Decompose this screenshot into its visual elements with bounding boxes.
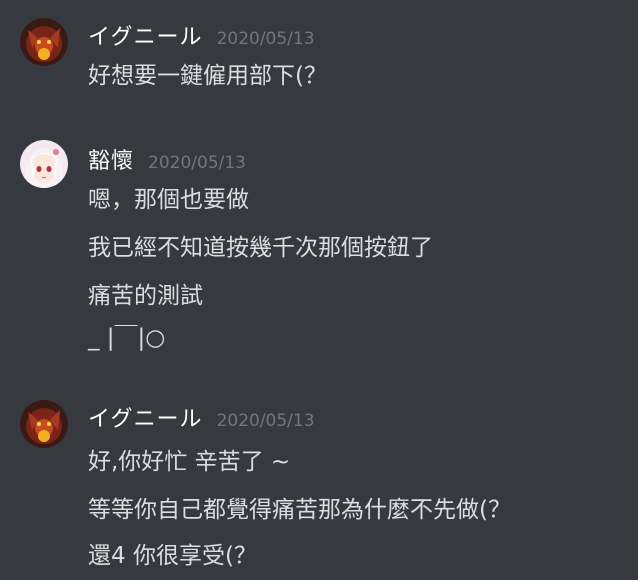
user-avatar[interactable] [20,400,68,448]
message-text: 好,你好忙 辛苦了 ~ [88,449,291,475]
username[interactable]: イグニール [88,25,203,50]
message-text: 好想要一鍵僱用部下(？ [88,63,327,89]
timestamp: 2020/05/13 [148,153,246,173]
anime-girl-avatar-icon [20,140,68,188]
message-text: 嗯，那個也要做 [88,187,249,213]
username[interactable]: イグニール [88,407,203,432]
user-avatar[interactable] [20,140,68,188]
message-header: イグニール 2020/05/13 [88,404,315,437]
message-text: 痛苦的測試 [88,283,203,309]
username[interactable]: 豁懷 [88,149,134,174]
message-text: 等等你自己都覺得痛苦那為什麼不先做(？ [88,497,511,523]
dark-red-beast-avatar-icon [20,18,68,66]
dark-red-beast-avatar-icon [20,400,68,448]
message-text: _ |￣|○ [88,325,166,351]
message-text: 還4 你很享受(？ [88,543,257,569]
timestamp: 2020/05/13 [216,29,315,49]
message-text: 我已經不知道按幾千次那個按鈕了 [88,235,433,261]
message-header: 豁懷 2020/05/13 [88,146,246,179]
message-header: イグニール 2020/05/13 [88,22,315,55]
user-avatar[interactable] [20,18,68,66]
timestamp: 2020/05/13 [216,411,315,431]
